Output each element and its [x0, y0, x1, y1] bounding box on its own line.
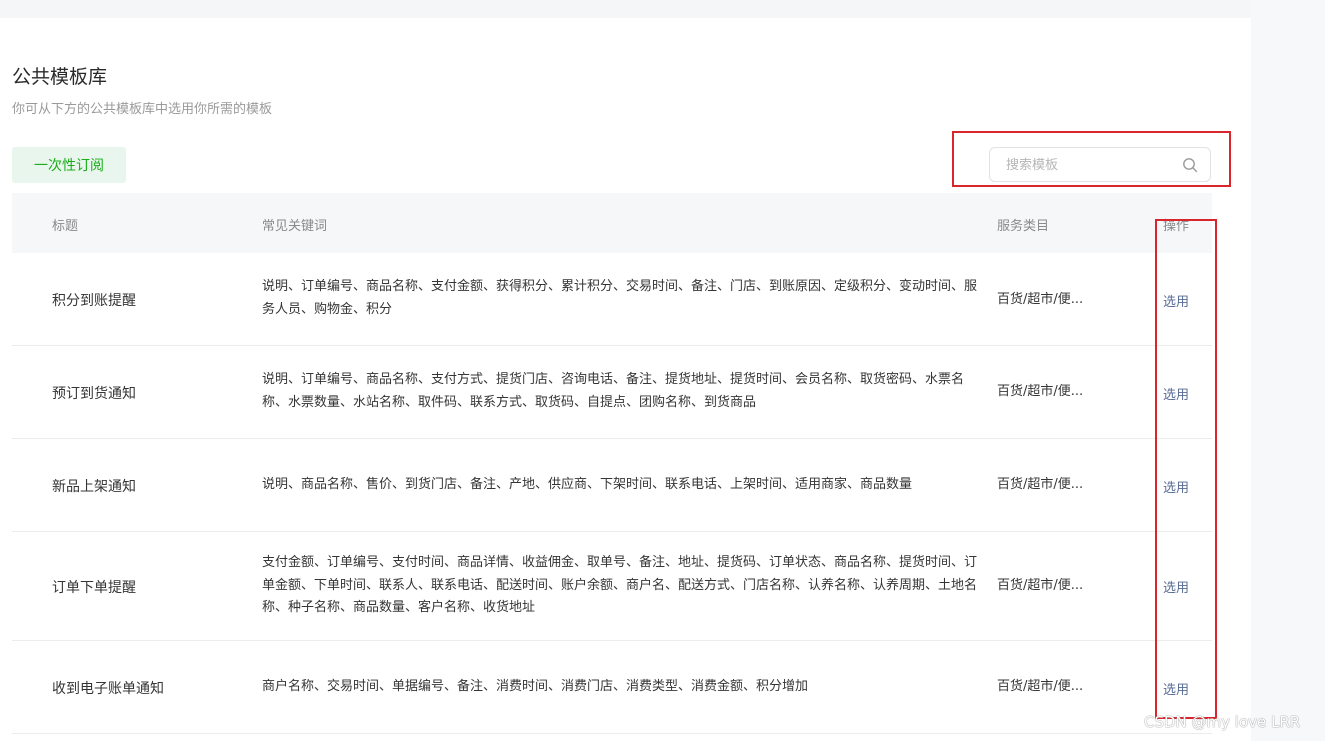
- header-title: 标题: [52, 219, 79, 234]
- row-keywords: 商户名称、交易时间、单据编号、备注、消费时间、消费门店、消费类型、消费金额、积分…: [262, 679, 809, 694]
- row-keywords: 支付金额、订单编号、支付时间、商品详情、收益佣金、取单号、备注、地址、提货码、订…: [262, 555, 978, 615]
- search-highlight-box: [952, 131, 1231, 187]
- watermark: CSDN @my love LRR: [1144, 713, 1301, 731]
- page-margin: [1251, 0, 1325, 741]
- row-keywords: 说明、商品名称、售价、到货门店、备注、产地、供应商、下架时间、联系电话、上架时间…: [262, 477, 913, 492]
- row-title: 收到电子账单通知: [52, 681, 164, 697]
- row-title: 预订到货通知: [52, 386, 136, 402]
- row-category: 百货/超市/便...: [997, 477, 1084, 492]
- row-category: 百货/超市/便...: [997, 292, 1084, 307]
- page-subtitle: 你可从下方的公共模板库中选用你所需的模板: [12, 102, 273, 117]
- row-title: 新品上架通知: [52, 479, 136, 495]
- one-time-subscribe-button[interactable]: 一次性订阅: [12, 147, 126, 183]
- row-title: 积分到账提醒: [52, 293, 136, 309]
- table-row: 订单下单提醒 支付金额、订单编号、支付时间、商品详情、收益佣金、取单号、备注、地…: [12, 532, 1212, 641]
- header-category: 服务类目: [997, 219, 1050, 234]
- table-row: 新品上架通知 说明、商品名称、售价、到货门店、备注、产地、供应商、下架时间、联系…: [12, 439, 1212, 532]
- row-keywords: 说明、订单编号、商品名称、支付金额、获得积分、累计积分、交易时间、备注、门店、到…: [262, 279, 978, 317]
- action-column-highlight-box: [1155, 219, 1217, 719]
- row-category: 百货/超市/便...: [997, 578, 1084, 593]
- header-keywords: 常见关键词: [262, 219, 328, 234]
- page-title: 公共模板库: [12, 66, 108, 88]
- table-row: 积分到账提醒 说明、订单编号、商品名称、支付金额、获得积分、累计积分、交易时间、…: [12, 253, 1212, 346]
- row-category: 百货/超市/便...: [997, 384, 1084, 399]
- table-row: 收到电子账单通知 商户名称、交易时间、单据编号、备注、消费时间、消费门店、消费类…: [12, 641, 1212, 734]
- row-category: 百货/超市/便...: [997, 679, 1084, 694]
- table-header: 标题 常见关键词 服务类目 操作: [12, 193, 1212, 253]
- row-title: 订单下单提醒: [52, 580, 136, 596]
- row-keywords: 说明、订单编号、商品名称、支付方式、提货门店、咨询电话、备注、提货地址、提货时间…: [262, 372, 965, 410]
- table-row: 预订到货通知 说明、订单编号、商品名称、支付方式、提货门店、咨询电话、备注、提货…: [12, 346, 1212, 439]
